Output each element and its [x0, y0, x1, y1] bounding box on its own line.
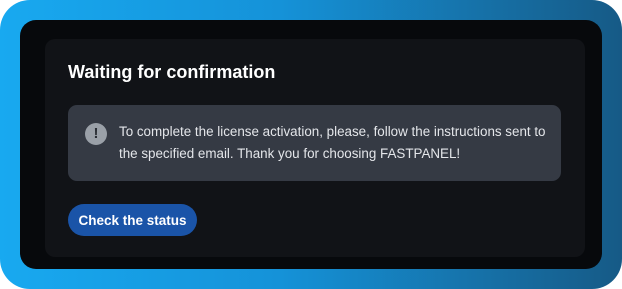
notice-message: To complete the license activation, plea…	[119, 124, 546, 161]
exclamation-circle-icon: !	[85, 123, 107, 145]
info-notice: ! To complete the license activation, pl…	[68, 105, 561, 181]
dialog-title: Waiting for confirmation	[68, 62, 276, 82]
app-window: Waiting for confirmation ! To complete t…	[20, 20, 602, 269]
confirmation-card: Waiting for confirmation ! To complete t…	[45, 39, 585, 257]
check-status-button[interactable]: Check the status	[68, 204, 197, 236]
screenshot-frame: Waiting for confirmation ! To complete t…	[0, 0, 622, 289]
